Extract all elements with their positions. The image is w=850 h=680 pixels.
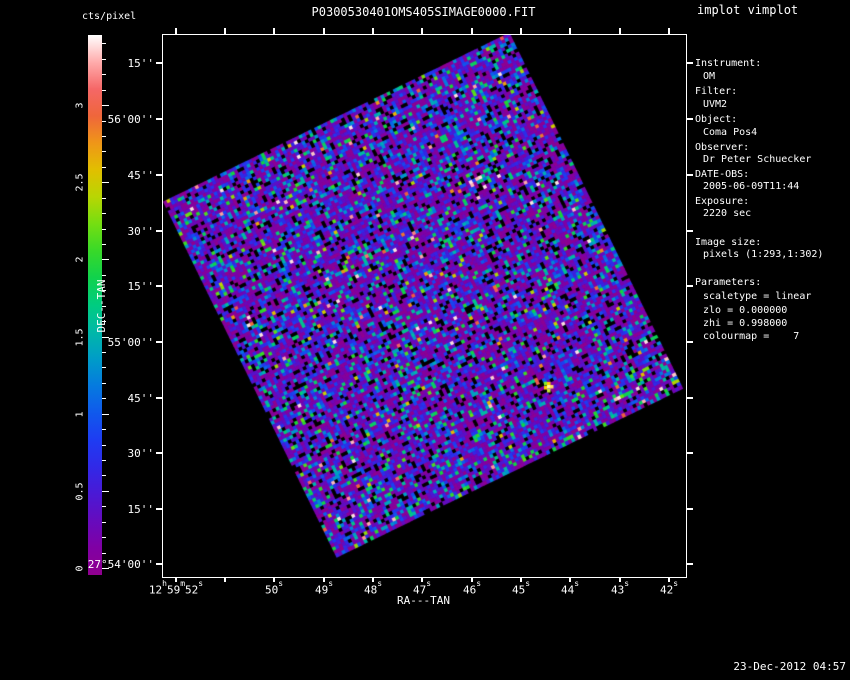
colorbar-tick (102, 151, 106, 152)
colorbar-tick (102, 553, 106, 554)
y-tick-left (156, 508, 163, 510)
y-tick-right (686, 174, 693, 176)
y-axis-title: DEC--TAN (95, 279, 108, 333)
y-tick-label: 56'00'' (107, 113, 154, 126)
x-tick-top (619, 28, 621, 35)
info-line: Object: (695, 114, 738, 125)
info-line: zhi = 0.998000 (703, 318, 788, 329)
colorbar-tick (102, 90, 106, 91)
colorbar-tick (102, 445, 106, 446)
implot-window: { "app_title": "implot vimplot", "timest… (0, 0, 850, 680)
info-line: colourmap = 7 (703, 331, 800, 342)
x-tick-top (471, 28, 473, 35)
y-tick-label: 30'' (127, 225, 155, 238)
colorbar-tick (102, 414, 109, 415)
timestamp: 23-Dec-2012 04:57 (733, 660, 846, 673)
x-tick-bottom (224, 577, 226, 582)
y-tick-right (686, 118, 693, 120)
x-tick-top (224, 28, 226, 35)
y-tick-label: 27°54'00'' (87, 558, 154, 571)
colorbar-tick (102, 198, 106, 199)
y-tick-label: 15'' (127, 280, 155, 293)
colorbar-tick (102, 352, 106, 353)
x-axis-title: RA---TAN (397, 594, 450, 607)
colorbar-tick (102, 383, 106, 384)
y-tick-right (686, 285, 693, 287)
colorbar-tick (102, 491, 109, 492)
y-tick-label: 15'' (127, 503, 155, 516)
y-tick-right (686, 341, 693, 343)
y-tick-left (156, 230, 163, 232)
colorbar-tick (102, 43, 106, 44)
y-tick-left (156, 397, 163, 399)
info-line: Parameters: (695, 277, 762, 288)
info-line: 2220 sec (703, 208, 752, 219)
app-title: implot vimplot (697, 3, 799, 17)
y-tick-left (156, 285, 163, 287)
colorbar-tick-label: 2 (74, 256, 86, 263)
info-line: pixels (1:293,1:302) (703, 249, 824, 260)
info-line: Exposure: (695, 196, 750, 207)
x-tick-top (569, 28, 571, 35)
info-line: zlo = 0.000000 (703, 305, 788, 316)
y-tick-left (156, 452, 163, 454)
colorbar-tick (102, 74, 106, 75)
colorbar-tick (102, 522, 106, 523)
y-tick-right (686, 508, 693, 510)
colorbar-tick (102, 259, 109, 260)
y-tick-right (686, 452, 693, 454)
colorbar-tick (102, 136, 106, 137)
info-line: scaletype = linear (703, 291, 812, 302)
colorbar-tick (102, 475, 106, 476)
sky-image-canvas (163, 35, 686, 577)
x-tick-top (372, 28, 374, 35)
plot-frame (162, 34, 687, 578)
info-line: UVM2 (703, 99, 728, 110)
colorbar-tick (102, 182, 109, 183)
colorbar-tick (102, 429, 106, 430)
y-tick-right (686, 563, 693, 565)
colorbar-title: cts/pixel (82, 11, 137, 22)
colorbar-tick-label: 0.5 (74, 482, 86, 501)
info-line: Filter: (695, 86, 738, 97)
info-line: Observer: (695, 142, 750, 153)
y-tick-label: 45'' (127, 169, 155, 182)
info-line: Coma Pos4 (703, 127, 758, 138)
y-tick-label: 45'' (127, 392, 155, 405)
x-tick-top (421, 28, 423, 35)
colorbar-tick (102, 244, 106, 245)
x-tick-top (323, 28, 325, 35)
y-tick-right (686, 62, 693, 64)
info-line: Image size: (695, 237, 762, 248)
info-line: 2005-06-09T11:44 (703, 181, 800, 192)
y-tick-label: 55'00'' (107, 336, 154, 349)
y-tick-left (156, 118, 163, 120)
colorbar-tick (102, 213, 106, 214)
y-tick-left (156, 174, 163, 176)
x-tick-top (273, 28, 275, 35)
info-line: Dr Peter Schuecker (703, 154, 812, 165)
colorbar-tick (102, 537, 106, 538)
colorbar-tick (102, 105, 109, 106)
y-tick-left (156, 62, 163, 64)
x-tick-top (520, 28, 522, 35)
y-tick-right (686, 230, 693, 232)
y-tick-label: 30'' (127, 447, 155, 460)
info-line: Instrument: (695, 58, 762, 69)
y-tick-right (686, 397, 693, 399)
y-tick-left (156, 563, 163, 565)
y-tick-left (156, 341, 163, 343)
x-tick-top (668, 28, 670, 35)
y-tick-label: 15'' (127, 57, 155, 70)
colorbar-tick (102, 460, 106, 461)
info-line: DATE-OBS: (695, 169, 750, 180)
colorbar-tick (102, 367, 106, 368)
plot-title: P0300530401OMS405SIMAGE0000.FIT (311, 5, 536, 19)
x-tick-top (175, 28, 177, 35)
info-line: OM (703, 71, 716, 82)
colorbar-tick (102, 167, 106, 168)
